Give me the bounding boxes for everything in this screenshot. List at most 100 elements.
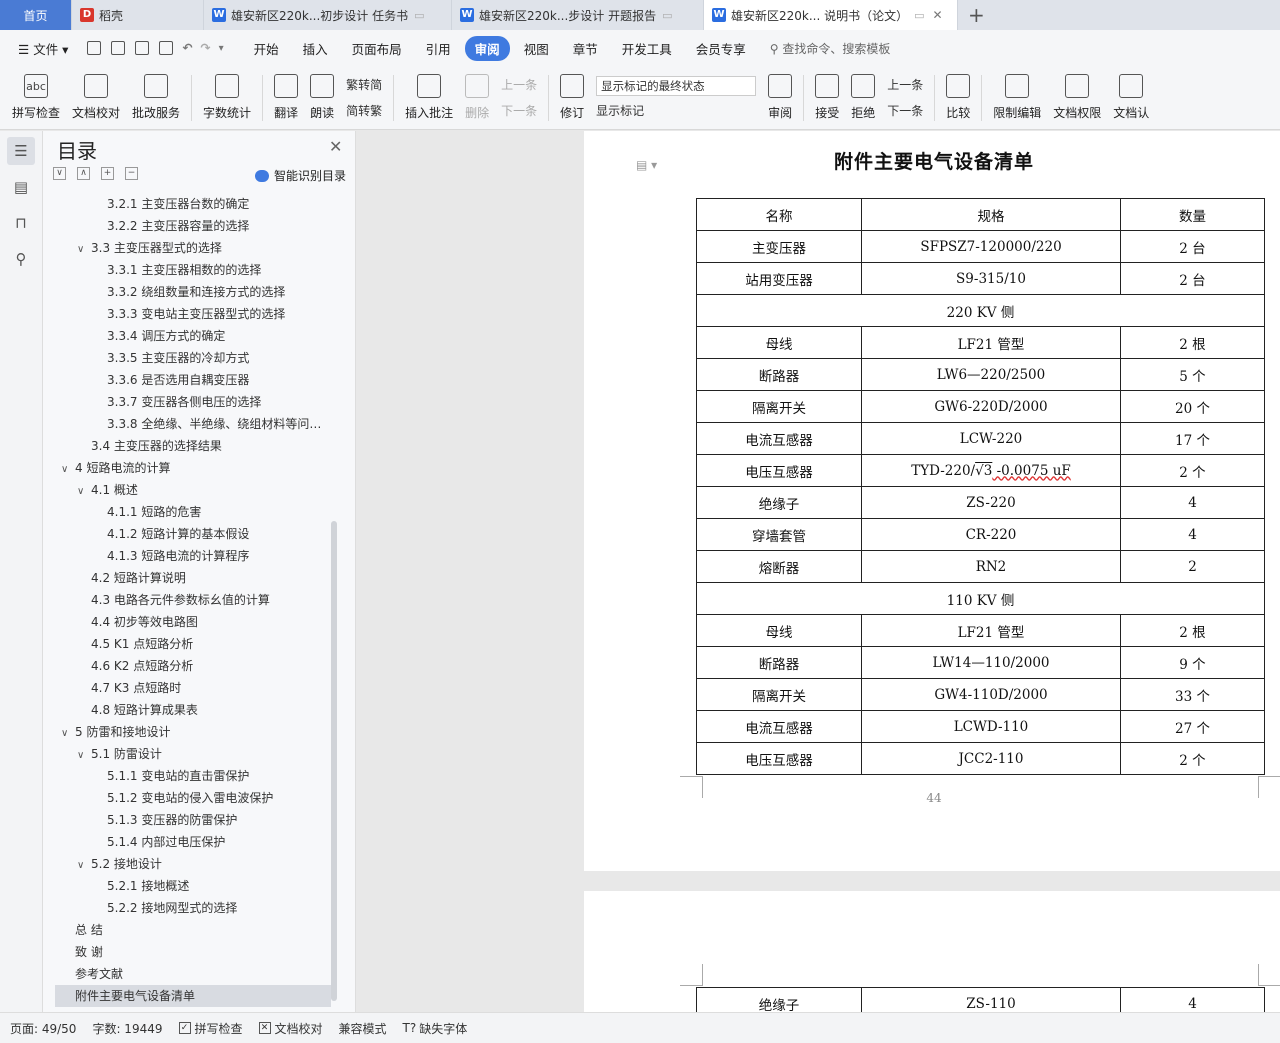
read-aloud-button[interactable]: 朗读	[310, 74, 334, 121]
prev-change-button[interactable]: 上一条	[887, 72, 923, 98]
doc-certify-button[interactable]: 文档认	[1113, 74, 1149, 121]
preview-icon[interactable]	[159, 41, 174, 55]
chevron-down-icon[interactable]: ∨	[61, 459, 75, 479]
toc-item[interactable]: 5.2.2 接地网型式的选择	[43, 897, 333, 919]
toc-item[interactable]: 4.2 短路计算说明	[43, 567, 333, 589]
show-markup-button[interactable]: 显示标记	[596, 102, 756, 119]
toc-item[interactable]: 3.3.3 变电站主变压器型式的选择	[43, 303, 333, 325]
compare-button[interactable]: 比较	[946, 74, 970, 121]
prev-comment-button[interactable]: 上一条	[501, 72, 537, 98]
chevron-down-icon[interactable]: ∨	[61, 723, 75, 743]
chevron-down-icon[interactable]: ∨	[77, 855, 91, 875]
toc-item[interactable]: 4.3 电路各元件参数标幺值的计算	[43, 589, 333, 611]
markup-state-select[interactable]: 显示标记的最终状态	[596, 76, 757, 96]
toc-item[interactable]: 4.5 K1 点短路分析	[43, 633, 333, 655]
menu-start[interactable]: 开始	[244, 36, 289, 61]
tab-doc-task[interactable]: W 雄安新区220k...初步设计 任务书 ▭	[204, 0, 452, 30]
translate-button[interactable]: 翻译	[274, 74, 298, 121]
toc-item[interactable]: 3.4 主变压器的选择结果	[43, 435, 333, 457]
toc-item[interactable]: 致 谢	[43, 941, 333, 963]
file-menu[interactable]: ☰ 文件 ▾	[8, 36, 78, 61]
menu-review[interactable]: 审阅	[464, 35, 510, 61]
toc-item[interactable]: ∨ 5.1 防雷设计	[43, 743, 333, 765]
simp-to-trad-button[interactable]: 简转繁	[346, 98, 382, 124]
toc-item[interactable]: 4.6 K2 点短路分析	[43, 655, 333, 677]
close-icon[interactable]: ✕	[329, 137, 342, 156]
word-count-button[interactable]: 字数统计	[203, 74, 251, 121]
close-tab-icon[interactable]: ✕	[933, 8, 943, 22]
export-icon[interactable]	[111, 41, 126, 55]
collapse-down-icon[interactable]: ∨	[53, 167, 66, 180]
tab-home[interactable]: 首页	[0, 0, 72, 30]
toc-item[interactable]: 4.1.1 短路的危害	[43, 501, 333, 523]
chevron-down-icon[interactable]: ▾	[219, 43, 224, 54]
trad-to-simp-button[interactable]: 繁转简	[346, 72, 382, 98]
redo-icon[interactable]: ↷	[201, 41, 211, 55]
chapter-nav-icon[interactable]: ▤	[7, 173, 35, 201]
spell-check-button[interactable]: abc 拼写检查	[12, 74, 60, 121]
toc-item[interactable]: 5.1.2 变电站的侵入雷电波保护	[43, 787, 333, 809]
tab-docer[interactable]: D 稻壳	[72, 0, 204, 30]
toc-item[interactable]: 3.2.1 主变压器台数的确定	[43, 193, 333, 215]
doc-permission-button[interactable]: 文档权限	[1053, 74, 1101, 121]
undo-icon[interactable]: ↶	[182, 41, 192, 55]
toc-item[interactable]: ∨ 5.2 接地设计	[43, 853, 333, 875]
insert-comment-button[interactable]: 插入批注	[405, 74, 453, 121]
menu-layout[interactable]: 页面布局	[342, 36, 412, 61]
toc-item[interactable]: 3.3.6 是否选用自耦变压器	[43, 369, 333, 391]
collapse-up-icon[interactable]: ∧	[77, 167, 90, 180]
menu-member[interactable]: 会员专享	[686, 36, 756, 61]
menu-references[interactable]: 引用	[416, 36, 461, 61]
toc-item[interactable]: 4.4 初步等效电路图	[43, 611, 333, 633]
expand-icon[interactable]: +	[101, 167, 114, 180]
save-icon[interactable]	[87, 41, 102, 55]
toc-item[interactable]: 4.8 短路计算成果表	[43, 699, 333, 721]
toc-item[interactable]: 4.1.3 短路电流的计算程序	[43, 545, 333, 567]
status-doc-check[interactable]: ✕ 文档校对	[258, 1020, 323, 1037]
new-tab-icon[interactable]: +	[958, 0, 995, 30]
toc-item[interactable]: 附件主要电气设备清单	[55, 985, 331, 1007]
toc-item[interactable]: 总 结	[43, 919, 333, 941]
toc-item[interactable]: ∨ 5 防雷和接地设计	[43, 721, 333, 743]
accept-button[interactable]: 接受	[815, 74, 839, 121]
reject-button[interactable]: 拒绝	[851, 74, 875, 121]
menu-view[interactable]: 视图	[514, 36, 559, 61]
chevron-down-icon[interactable]: ∨	[77, 239, 91, 259]
collapse-icon[interactable]: −	[125, 167, 138, 180]
toc-item[interactable]: 参考文献	[43, 963, 333, 985]
toc-item[interactable]: ∨ 4.1 概述	[43, 479, 333, 501]
search-icon[interactable]: ⚲	[7, 245, 35, 273]
tab-doc-thesis[interactable]: W 雄安新区220k... 说明书（论文） ▭ ✕	[704, 0, 958, 30]
restrict-editing-button[interactable]: 限制编辑	[993, 74, 1041, 121]
toc-scrollbar[interactable]	[331, 521, 337, 1001]
toc-item[interactable]: 3.3.5 主变压器的冷却方式	[43, 347, 333, 369]
menu-insert[interactable]: 插入	[293, 36, 338, 61]
command-search[interactable]: ⚲ 查找命令、搜索模板	[770, 40, 891, 57]
toc-item[interactable]: 3.3.4 调压方式的确定	[43, 325, 333, 347]
review-pane-button[interactable]: 审阅	[768, 74, 792, 121]
toc-item[interactable]: 4.7 K3 点短路时	[43, 677, 333, 699]
toc-item[interactable]: 5.1.1 变电站的直击雷保护	[43, 765, 333, 787]
bookmark-icon[interactable]: ⊓	[7, 209, 35, 237]
smart-toc-button[interactable]: 智能识别目录	[255, 167, 346, 184]
tab-doc-report[interactable]: W 雄安新区220k...步设计 开题报告 ▭	[452, 0, 704, 30]
page-indicator[interactable]: 页面: 49/50	[10, 1020, 76, 1037]
menu-developer[interactable]: 开发工具	[612, 36, 682, 61]
word-count-indicator[interactable]: 字数: 19449	[92, 1020, 162, 1037]
doc-check-button[interactable]: 文档校对	[72, 74, 120, 121]
toc-item[interactable]: 3.3.8 全绝缘、半绝缘、绕组材料等问题的解决	[43, 413, 333, 435]
chevron-down-icon[interactable]: ∨	[77, 745, 91, 765]
toc-item[interactable]: ∨ 4 短路电流的计算	[43, 457, 333, 479]
print-icon[interactable]	[135, 41, 150, 55]
toc-item[interactable]: 4.1.2 短路计算的基本假设	[43, 523, 333, 545]
revise-service-button[interactable]: 批改服务	[132, 74, 180, 121]
toc-item[interactable]: 3.3.7 变压器各侧电压的选择	[43, 391, 333, 413]
track-changes-button[interactable]: 修订	[560, 74, 584, 121]
toc-item[interactable]: 5.1.3 变压器的防雷保护	[43, 809, 333, 831]
toc-item[interactable]: 5.1.4 内部过电压保护	[43, 831, 333, 853]
toc-item[interactable]: ∨ 3.3 主变压器型式的选择	[43, 237, 333, 259]
toc-item[interactable]: 3.3.2 绕组数量和连接方式的选择	[43, 281, 333, 303]
toc-icon[interactable]: ☰	[7, 137, 35, 165]
toc-item[interactable]: 5.2.1 接地概述	[43, 875, 333, 897]
status-spell-check[interactable]: ✓ 拼写检查	[178, 1020, 243, 1037]
